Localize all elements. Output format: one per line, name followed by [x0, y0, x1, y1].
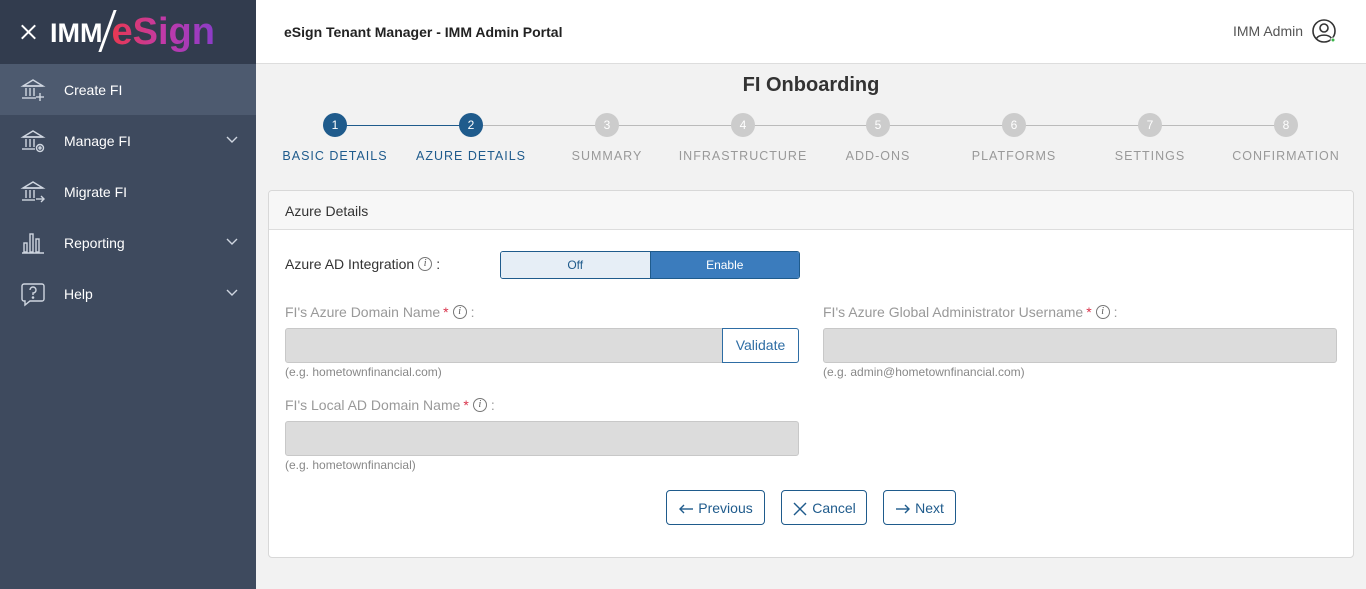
- step-summary: 3 SUMMARY: [537, 113, 677, 163]
- azure-details-card: Azure Details Azure AD Integration i : O…: [268, 190, 1354, 558]
- label-colon: :: [490, 397, 495, 413]
- step-label: ADD-ONS: [845, 149, 911, 163]
- step-number: 2: [459, 113, 483, 137]
- cancel-button[interactable]: Cancel: [781, 490, 867, 525]
- sidebar-item-create-fi[interactable]: Create FI: [0, 64, 256, 115]
- azure-domain-label-text: FI's Azure Domain Name: [285, 304, 441, 320]
- toggle-enable-button[interactable]: Enable: [649, 252, 799, 278]
- step-label: PLATFORMS: [971, 149, 1057, 163]
- admin-username-hint: (e.g. admin@hometownfinancial.com): [823, 365, 1025, 379]
- step-label: CONFIRMATION: [1232, 149, 1340, 163]
- next-button[interactable]: Next: [883, 490, 956, 525]
- label-colon: :: [436, 256, 441, 272]
- step-infrastructure: 4 INFRASTRUCTURE: [673, 113, 813, 163]
- info-icon[interactable]: i: [472, 398, 487, 412]
- help-icon: [20, 281, 46, 307]
- user-name[interactable]: IMM Admin: [1233, 23, 1303, 39]
- sidebar-item-manage-fi[interactable]: Manage FI: [0, 115, 256, 166]
- logo-imm: IMM: [50, 18, 103, 48]
- page-title: FI Onboarding: [742, 74, 880, 96]
- step-number: 4: [731, 113, 755, 137]
- sidebar-item-reporting[interactable]: Reporting: [0, 217, 256, 268]
- bank-migrate-icon: [20, 179, 46, 205]
- info-icon[interactable]: i: [452, 305, 467, 319]
- bank-settings-icon: [20, 128, 46, 154]
- validate-button[interactable]: Validate: [722, 328, 799, 363]
- sidebar-item-label: Migrate FI: [64, 183, 128, 200]
- step-confirmation: 8 CONFIRMATION: [1216, 113, 1356, 163]
- step-number: 8: [1274, 113, 1298, 137]
- sidebar-item-label: Reporting: [64, 234, 125, 251]
- step-label: BASIC DETAILS: [282, 149, 388, 163]
- step-number: 1: [323, 113, 347, 137]
- chevron-down-icon[interactable]: [226, 286, 238, 298]
- arrow-left-icon: [678, 502, 694, 514]
- toggle-off-button[interactable]: Off: [501, 252, 650, 278]
- sidebar-item-migrate-fi[interactable]: Migrate FI: [0, 166, 256, 217]
- previous-label: Previous: [698, 499, 753, 516]
- step-label: AZURE DETAILS: [415, 149, 526, 163]
- sidebar-item-label: Manage FI: [64, 132, 131, 149]
- logo-esign: eSign: [111, 11, 215, 53]
- step-settings: 7 SETTINGS: [1080, 113, 1220, 163]
- azure-domain-hint: (e.g. hometownfinancial.com): [285, 365, 442, 379]
- step-basic-details[interactable]: 1 BASIC DETAILS: [265, 113, 405, 163]
- logo-bar: IMM eSign: [0, 0, 256, 64]
- user-avatar-icon[interactable]: [1311, 18, 1337, 44]
- bar-chart-icon: [20, 230, 46, 256]
- local-domain-hint: (e.g. hometownfinancial): [285, 458, 416, 472]
- local-domain-label: FI's Local AD Domain Name * i :: [285, 397, 495, 413]
- info-icon[interactable]: i: [418, 257, 433, 271]
- next-label: Next: [915, 499, 944, 516]
- azure-ad-integration-label: Azure AD Integration i :: [285, 256, 440, 272]
- step-platforms: 6 PLATFORMS: [944, 113, 1084, 163]
- step-number: 3: [595, 113, 619, 137]
- required-marker: *: [1086, 304, 1092, 320]
- step-label: SUMMARY: [571, 149, 643, 163]
- sidebar-item-help[interactable]: Help: [0, 268, 256, 319]
- step-label: SETTINGS: [1114, 149, 1186, 163]
- step-number: 6: [1002, 113, 1026, 137]
- required-marker: *: [443, 304, 449, 320]
- step-add-ons: 5 ADD-ONS: [808, 113, 948, 163]
- bank-add-icon: [20, 77, 46, 103]
- required-marker: *: [463, 397, 469, 413]
- sidebar-item-label: Create FI: [64, 81, 123, 98]
- local-domain-input[interactable]: [285, 421, 799, 456]
- admin-username-input[interactable]: [823, 328, 1337, 363]
- step-label: INFRASTRUCTURE: [678, 149, 808, 163]
- admin-username-label: FI's Azure Global Administrator Username…: [823, 304, 1118, 320]
- close-icon[interactable]: [18, 22, 38, 42]
- onboarding-stepper: 1 BASIC DETAILS 2 AZURE DETAILS 3 SUMMAR…: [268, 112, 1354, 172]
- sidebar: IMM eSign Create FI Manage FI Migrate FI…: [0, 0, 256, 589]
- user-menu[interactable]: IMM Admin: [1233, 18, 1337, 44]
- info-icon[interactable]: i: [1095, 305, 1110, 319]
- cancel-label: Cancel: [812, 499, 856, 516]
- local-domain-label-text: FI's Local AD Domain Name: [285, 397, 461, 413]
- portal-title: eSign Tenant Manager - IMM Admin Portal: [284, 24, 563, 40]
- azure-domain-label: FI's Azure Domain Name * i :: [285, 304, 475, 320]
- azure-ad-label-text: Azure AD Integration: [285, 256, 415, 272]
- app-logo: IMM eSign: [50, 10, 215, 54]
- step-number: 5: [866, 113, 890, 137]
- step-number: 7: [1138, 113, 1162, 137]
- top-header: eSign Tenant Manager - IMM Admin Portal …: [256, 0, 1366, 64]
- chevron-down-icon[interactable]: [226, 235, 238, 247]
- sidebar-item-label: Help: [64, 285, 93, 302]
- azure-ad-toggle[interactable]: Off Enable: [500, 251, 800, 279]
- azure-domain-input[interactable]: Validate: [285, 328, 799, 363]
- close-icon: [792, 502, 808, 515]
- card-title: Azure Details: [269, 191, 1353, 230]
- admin-username-label-text: FI's Azure Global Administrator Username: [823, 304, 1084, 320]
- previous-button[interactable]: Previous: [666, 490, 765, 525]
- step-azure-details[interactable]: 2 AZURE DETAILS: [401, 113, 541, 163]
- arrow-right-icon: [895, 502, 911, 514]
- label-colon: :: [1113, 304, 1118, 320]
- label-colon: :: [470, 304, 475, 320]
- chevron-down-icon[interactable]: [226, 133, 238, 145]
